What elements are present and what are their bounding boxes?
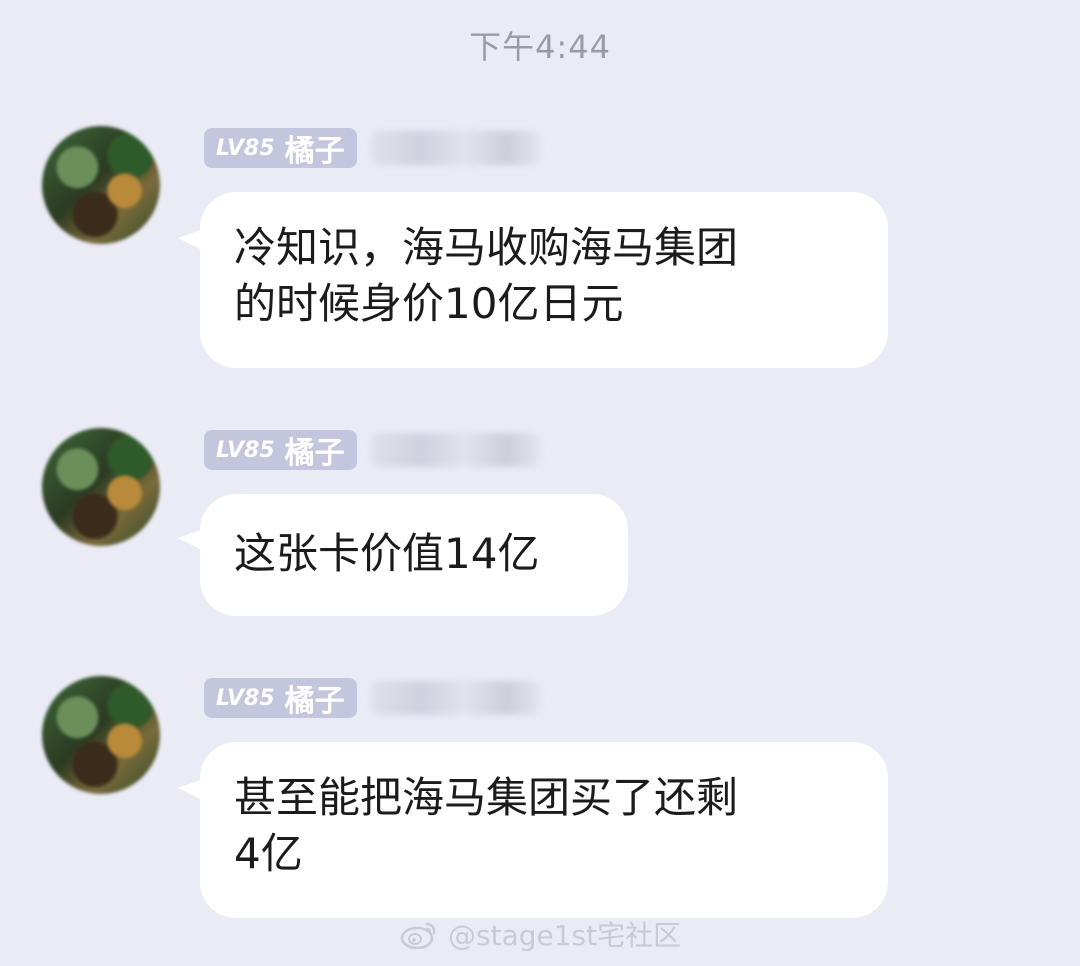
blurred-sender-name[interactable]	[370, 681, 541, 715]
level-label: LV85	[216, 685, 275, 711]
avatar[interactable]	[42, 126, 160, 244]
message-bubble[interactable]: 冷知识，海马收购海马集团 的时候身价10亿日元	[200, 192, 888, 368]
member-title: 橘子	[284, 134, 345, 169]
timestamp: 下午4:44	[469, 28, 611, 66]
message-bubble[interactable]: 甚至能把海马集团买了还剩 4亿	[200, 742, 888, 918]
member-badge: LV85 橘子	[204, 678, 357, 719]
level-label: LV85	[216, 135, 275, 161]
avatar[interactable]	[42, 676, 160, 794]
blurred-sender-name[interactable]	[370, 131, 541, 165]
member-badge: LV85 橘子	[204, 430, 357, 471]
member-title: 橘子	[284, 684, 345, 719]
sender-header: LV85 橘子	[204, 430, 541, 471]
message-bubble[interactable]: 这张卡价值14亿	[200, 494, 628, 616]
avatar[interactable]	[42, 428, 160, 546]
watermark: @stage1st宅社区	[400, 914, 681, 954]
member-badge: LV85 橘子	[204, 128, 357, 169]
weibo-icon	[400, 919, 438, 950]
blurred-sender-name[interactable]	[370, 433, 541, 467]
sender-header: LV85 橘子	[204, 128, 541, 169]
sender-header: LV85 橘子	[204, 678, 541, 719]
member-title: 橘子	[284, 436, 345, 471]
watermark-text: @stage1st宅社区	[448, 919, 682, 952]
level-label: LV85	[216, 437, 275, 463]
